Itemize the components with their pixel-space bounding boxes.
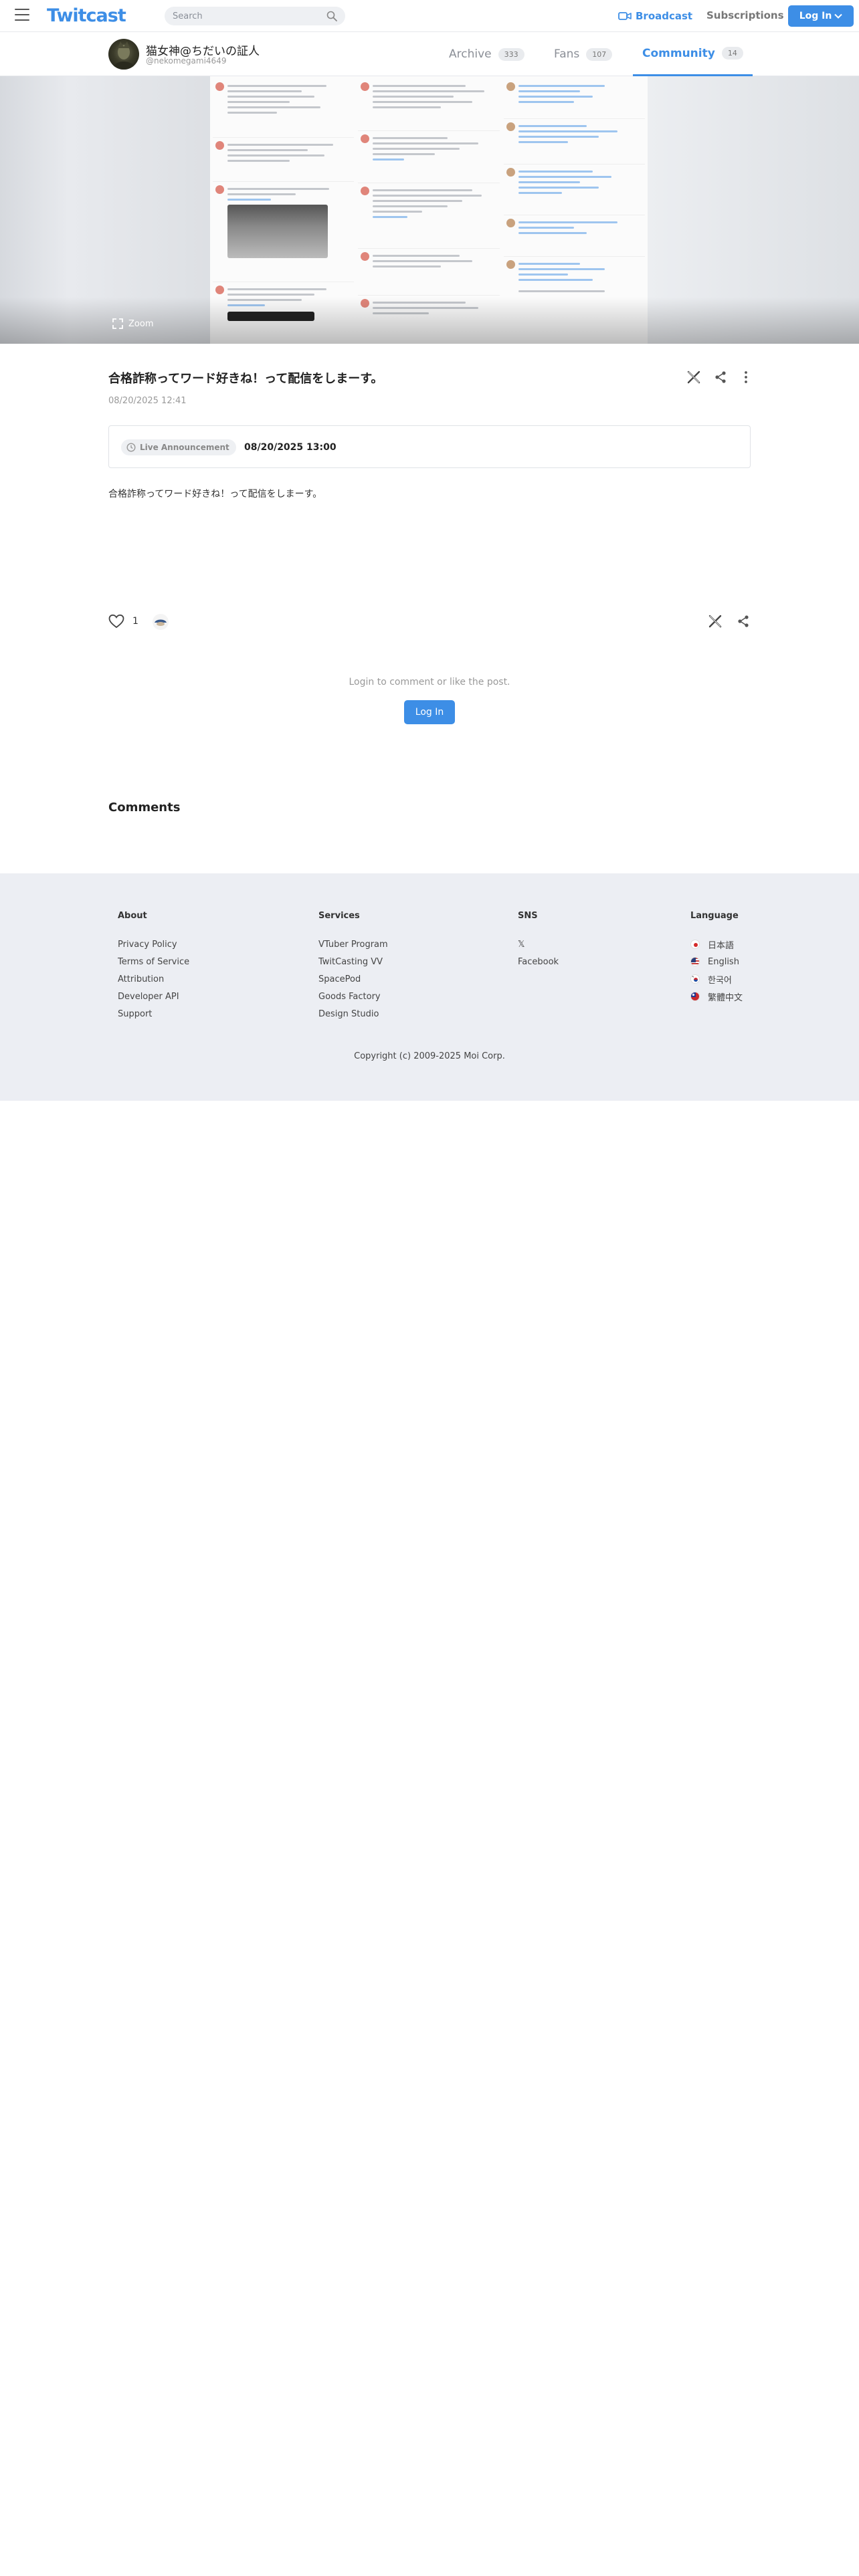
footer-services-heading: Services (318, 911, 360, 921)
footer-link-goods-factory[interactable]: Goods Factory (318, 992, 388, 1002)
more-options-icon[interactable] (739, 370, 753, 385)
avatar-image (112, 41, 135, 70)
broadcast-button[interactable]: Broadcast (618, 9, 692, 23)
clock-icon (126, 443, 136, 452)
post-date: 08/20/2025 12:41 (108, 396, 187, 406)
video-camera-icon (618, 12, 632, 20)
footer-language-heading: Language (690, 911, 739, 921)
subscriptions-link[interactable]: Subscriptions (706, 9, 784, 21)
heart-icon (108, 614, 124, 629)
menu-icon[interactable] (15, 9, 29, 22)
footer-sns: SNS 𝕏 Facebook (518, 911, 559, 974)
live-datetime: 08/20/2025 13:00 (244, 442, 337, 453)
footer-link-facebook[interactable]: Facebook (518, 957, 559, 967)
post-image-banner[interactable]: Zoom (0, 76, 859, 344)
korea-flag-icon (690, 974, 700, 984)
tab-fans-count: 107 (586, 47, 613, 61)
login-prompt-text: Login to comment or like the post. (349, 677, 510, 687)
x-share-icon[interactable] (686, 370, 701, 385)
tab-community[interactable]: Community 14 (633, 32, 753, 76)
share-icon-bottom[interactable] (736, 614, 751, 629)
tab-archive[interactable]: Archive 333 (449, 32, 524, 76)
language-korean-label: 한국어 (708, 975, 732, 986)
copyright: Copyright (c) 2009-2025 Moi Corp. (354, 1051, 505, 1061)
search-icon[interactable] (326, 11, 337, 21)
user-handle: @nekomegami4649 (146, 56, 227, 66)
live-badge-label: Live Announcement (140, 443, 229, 452)
footer: About Privacy Policy Terms of Service At… (0, 873, 859, 1101)
language-traditional-chinese[interactable]: 繁體中文 (690, 992, 743, 1003)
language-english[interactable]: English (690, 956, 743, 967)
login-button[interactable]: Log In (788, 5, 854, 27)
like-button[interactable]: 1 (108, 614, 138, 629)
us-flag-icon (690, 957, 700, 966)
post-title: 合格詐称ってワード好きね！って配信をしまーす。 (108, 372, 383, 386)
footer-link-attribution[interactable]: Attribution (118, 974, 189, 984)
login-label: Log In (799, 11, 832, 21)
language-japanese-label: 日本語 (708, 940, 735, 951)
tab-community-count: 14 (721, 47, 743, 60)
japan-flag-icon (690, 940, 700, 949)
broadcast-label: Broadcast (636, 10, 693, 22)
user-bar: 猫女神@ちだいの証人 @nekomegami4649 Archive 333 F… (0, 32, 859, 76)
footer-link-terms[interactable]: Terms of Service (118, 957, 189, 967)
footer-link-vtuber-program[interactable]: VTuber Program (318, 940, 388, 950)
search-input[interactable] (165, 7, 345, 25)
footer-link-spacepod[interactable]: SpacePod (318, 974, 388, 984)
footer-link-privacy-policy[interactable]: Privacy Policy (118, 940, 189, 950)
footer-link-support[interactable]: Support (118, 1009, 189, 1019)
tab-fans-label: Fans (554, 47, 580, 61)
like-count: 1 (132, 616, 138, 627)
live-announcement-badge: Live Announcement (121, 439, 236, 455)
language-japanese[interactable]: 日本語 (690, 940, 743, 951)
share-icon[interactable] (713, 370, 728, 385)
x-share-icon-bottom[interactable] (708, 614, 723, 629)
tab-archive-count: 333 (498, 47, 524, 61)
footer-link-twitcasting-vv[interactable]: TwitCasting VV (318, 957, 388, 967)
post-body: 合格詐称ってワード好きね！って配信をしまーす。 (108, 489, 322, 500)
language-english-label: English (708, 956, 739, 967)
footer-link-design-studio[interactable]: Design Studio (318, 1009, 388, 1019)
tab-archive-label: Archive (449, 47, 492, 61)
expand-icon (112, 318, 123, 329)
language-traditional-chinese-label: 繁體中文 (708, 992, 743, 1003)
footer-link-developer-api[interactable]: Developer API (118, 992, 189, 1002)
footer-about: About Privacy Policy Terms of Service At… (118, 911, 189, 1027)
top-header: Twitcast Broadcast Subscriptions Log In (0, 0, 859, 32)
liker-avatar[interactable] (153, 614, 169, 630)
twitcast-logo[interactable]: Twitcast (47, 5, 126, 26)
zoom-label: Zoom (128, 318, 154, 329)
liker-avatar-image (155, 619, 167, 626)
footer-about-heading: About (118, 911, 147, 921)
language-korean[interactable]: 한국어 (690, 974, 743, 986)
footer-link-x[interactable]: 𝕏 (518, 940, 559, 950)
footer-language: Language 日本語 English 한국어 繁體中文 (690, 911, 743, 1009)
live-announcement-card: Live Announcement 08/20/2025 13:00 (108, 425, 751, 468)
tab-community-label: Community (642, 46, 715, 60)
chevron-down-icon (834, 13, 843, 19)
avatar[interactable] (108, 39, 139, 70)
footer-sns-heading: SNS (518, 911, 538, 921)
login-to-comment-button[interactable]: Log In (404, 700, 455, 724)
comments-heading: Comments (108, 800, 181, 815)
zoom-button[interactable]: Zoom (112, 318, 153, 329)
footer-services: Services VTuber Program TwitCasting VV S… (318, 911, 388, 1027)
tab-fans[interactable]: Fans 107 (554, 32, 613, 76)
taiwan-flag-icon (690, 992, 700, 1001)
